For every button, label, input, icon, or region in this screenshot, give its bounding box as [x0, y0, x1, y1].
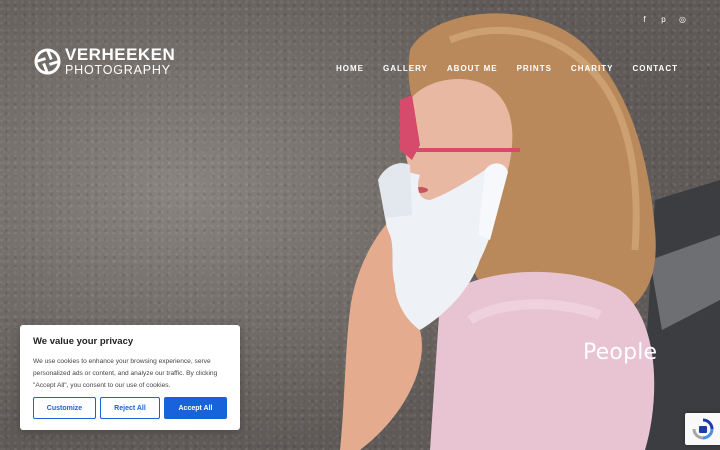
instagram-icon[interactable]: ◎	[679, 13, 686, 25]
main-navigation: HOME GALLERY ABOUT ME PRINTS CHARITY CON…	[336, 64, 678, 73]
reject-all-button[interactable]: Reject All	[100, 397, 160, 419]
site-logo[interactable]: VERHEEKEN PHOTOGRAPHY	[34, 46, 175, 77]
cookie-title: We value your privacy	[33, 336, 134, 347]
cookie-actions: Customize Reject All Accept All	[33, 397, 227, 419]
nav-home[interactable]: HOME	[336, 64, 364, 73]
cookie-description: We use cookies to enhance your browsing …	[33, 358, 218, 389]
nav-prints[interactable]: PRINTS	[517, 64, 552, 73]
brand-tagline: PHOTOGRAPHY	[65, 63, 171, 77]
facebook-icon[interactable]: f	[641, 13, 648, 25]
accept-all-button[interactable]: Accept All	[164, 397, 227, 419]
pinterest-icon[interactable]: p	[660, 13, 667, 25]
recaptcha-badge[interactable]	[685, 413, 720, 445]
cookie-banner: We value your privacy We use cookies to …	[20, 325, 240, 430]
customize-button[interactable]: Customize	[33, 397, 96, 419]
nav-gallery[interactable]: GALLERY	[383, 64, 428, 73]
nav-contact[interactable]: CONTACT	[632, 64, 678, 73]
nav-charity[interactable]: CHARITY	[571, 64, 614, 73]
recaptcha-icon	[692, 418, 713, 440]
nav-about-me[interactable]: ABOUT ME	[447, 64, 498, 73]
hero-title: People	[583, 340, 658, 365]
aperture-icon	[34, 48, 61, 75]
social-links: f p ◎	[641, 13, 686, 25]
brand-name: VERHEEKEN	[65, 45, 176, 64]
